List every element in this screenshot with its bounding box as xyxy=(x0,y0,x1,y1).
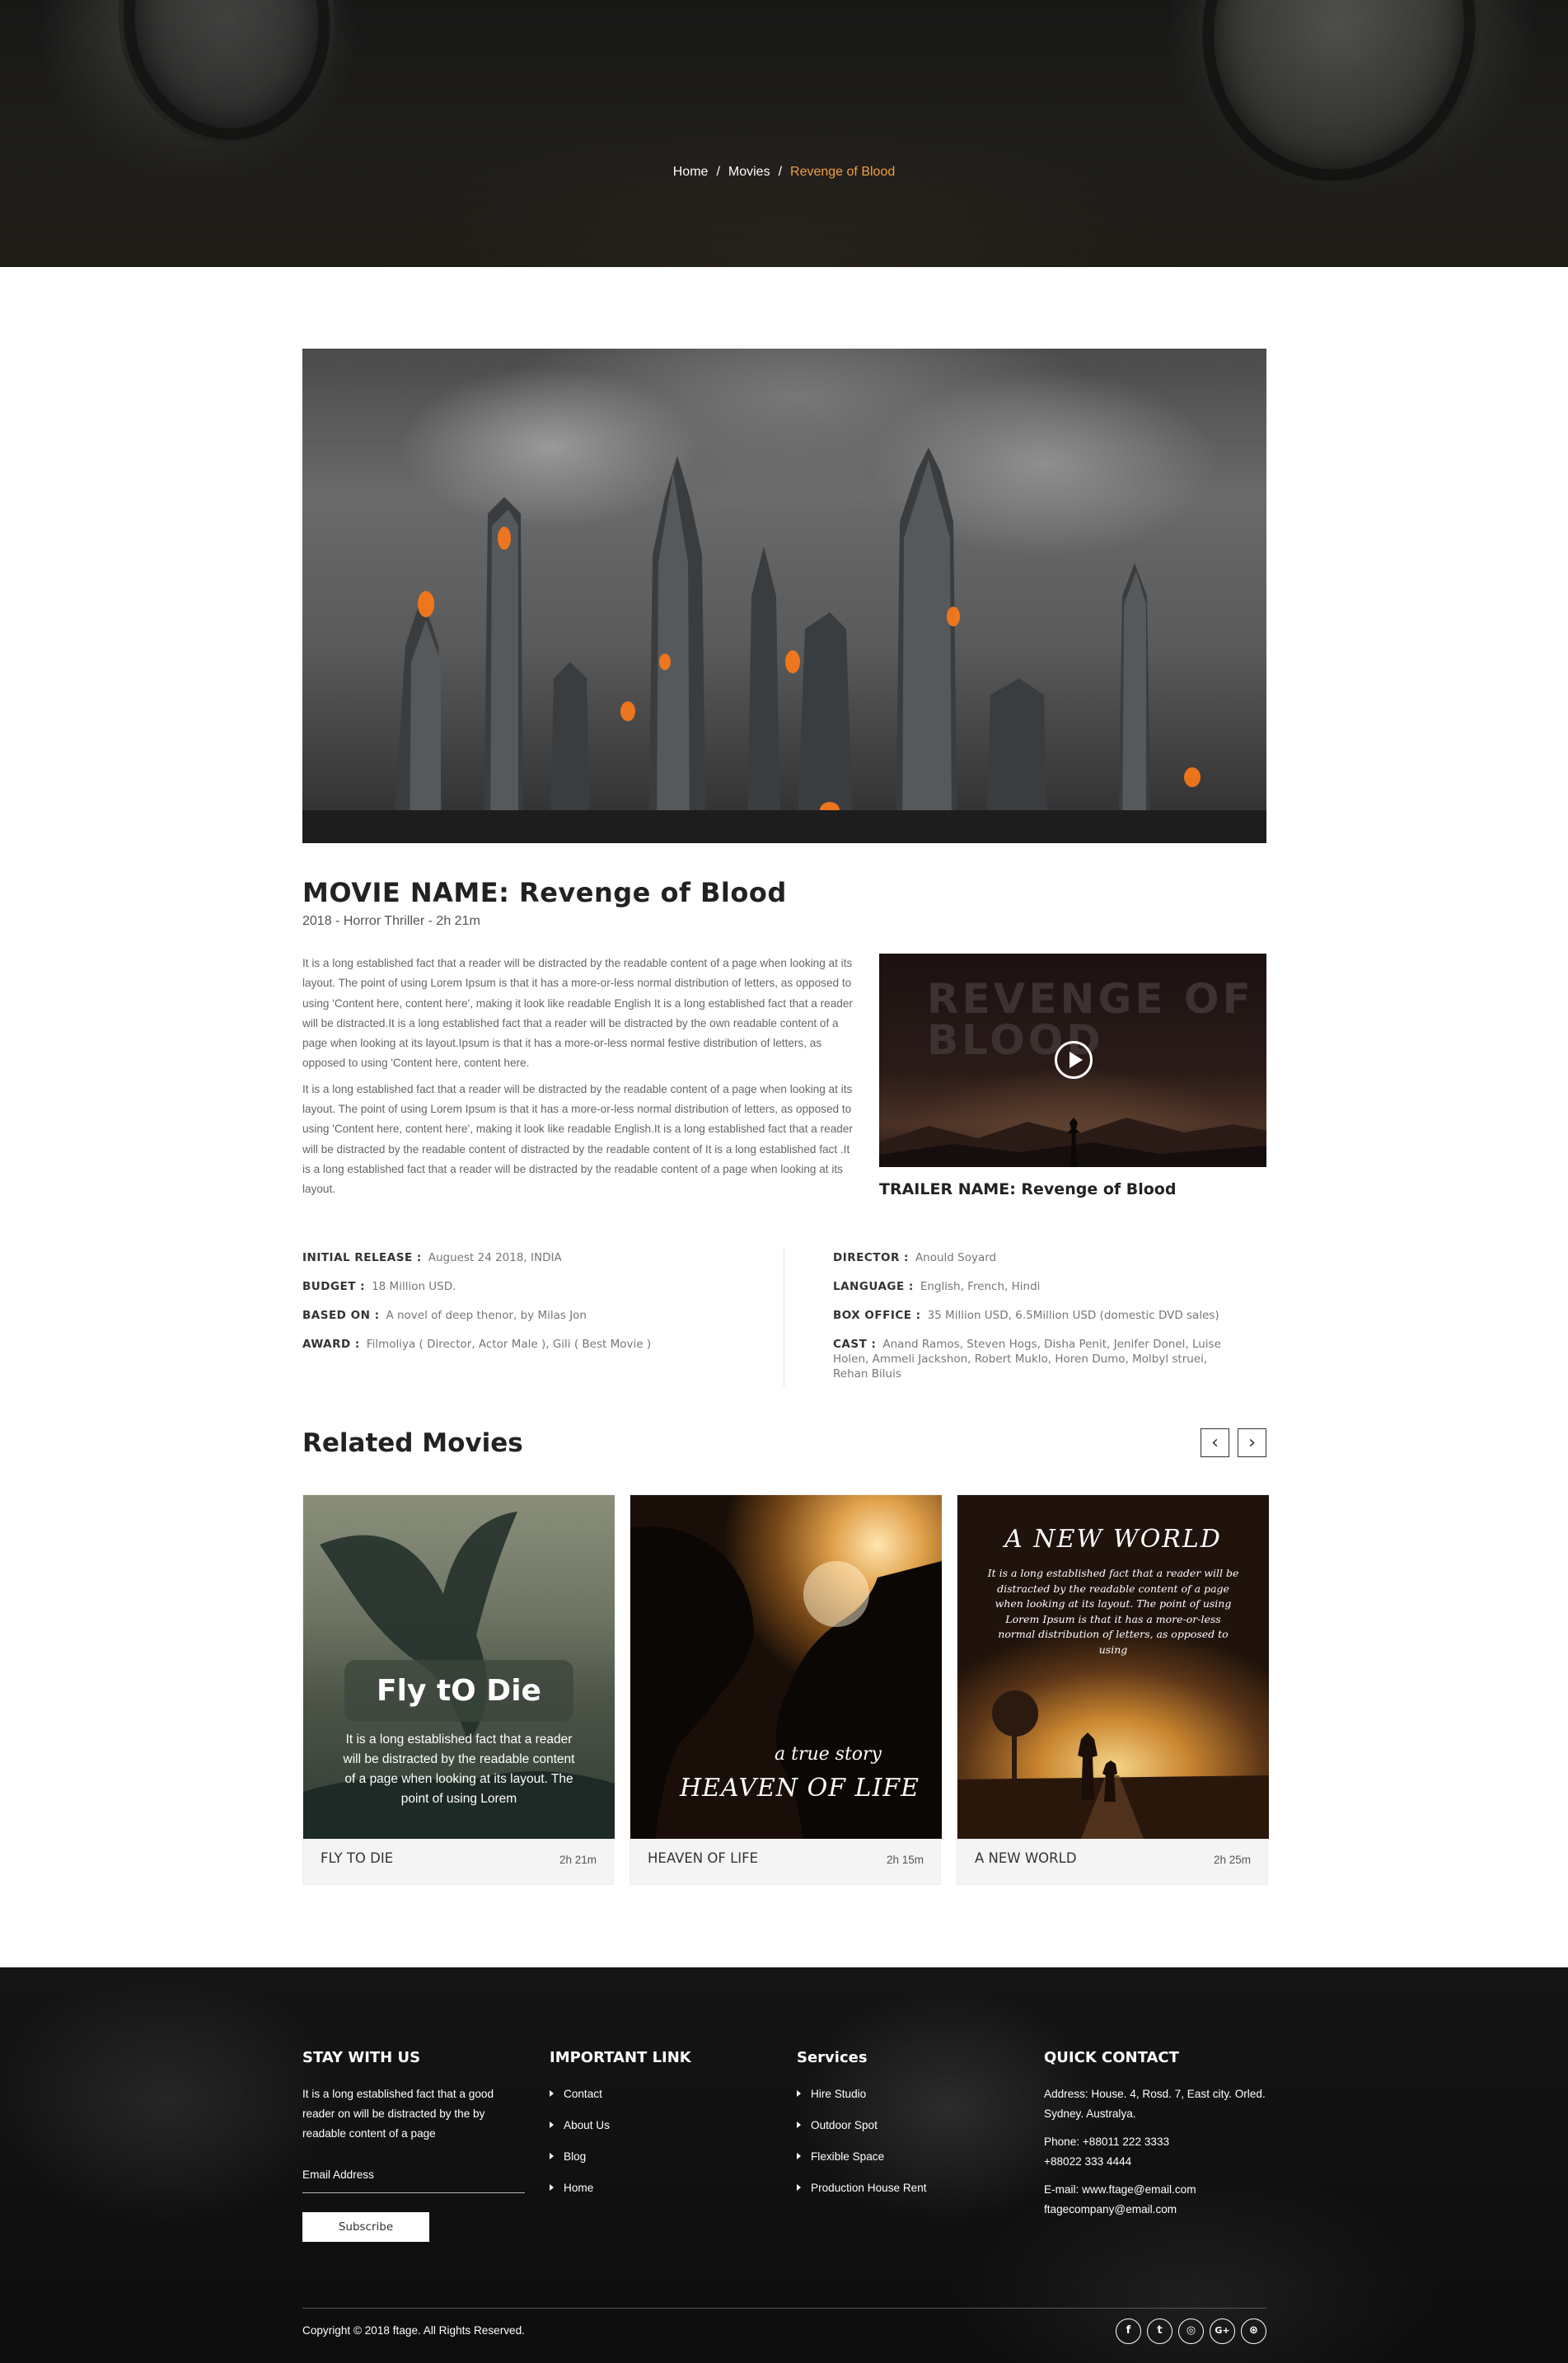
instagram-icon[interactable]: ◎ xyxy=(1178,2318,1204,2344)
footer-link-contact[interactable]: Contact xyxy=(550,2084,772,2104)
info-based-on: BASED ON :A novel of deep thenor, by Mil… xyxy=(302,1309,587,1322)
play-icon[interactable] xyxy=(1055,1041,1093,1079)
related-movies-title: Related Movies xyxy=(302,1428,523,1458)
poster-tagline: a true story xyxy=(775,1744,882,1765)
movie-info-left: INITIAL RELEASE : Auguest 24 2018, INDIA … xyxy=(302,1250,764,1366)
footer-divider xyxy=(302,2308,1266,2309)
subscribe-button[interactable]: Subscribe xyxy=(302,2212,429,2242)
footer-heading: QUICK CONTACT xyxy=(1044,2049,1179,2066)
chevron-left-icon[interactable]: ‹ xyxy=(1201,1428,1229,1457)
poster-title: HEAVEN OF LIFE xyxy=(680,1774,920,1803)
caret-right-icon xyxy=(550,2184,554,2191)
breadcrumb-separator: / xyxy=(778,165,783,179)
footer-link-home[interactable]: Home xyxy=(550,2178,772,2198)
movie-card-title[interactable]: FLY TO DIE xyxy=(321,1850,393,1866)
footer-service-production-house[interactable]: Production House Rent xyxy=(797,2178,1019,2198)
info-initial-release: INITIAL RELEASE : Auguest 24 2018, INDIA xyxy=(302,1251,562,1264)
google-plus-icon[interactable]: G+ xyxy=(1210,2318,1235,2344)
movie-thumbnail-image: A NEW WORLD It is a long established fac… xyxy=(957,1495,1269,1839)
caret-right-icon xyxy=(797,2184,801,2191)
movie-description: It is a long established fact that a rea… xyxy=(302,954,856,1206)
info-box-office: BOX OFFICE :35 Million USD, 6.5Million U… xyxy=(833,1309,1219,1322)
related-movie-card[interactable]: Fly tO Die It is a long established fact… xyxy=(302,1494,615,1885)
breadcrumb-home-link[interactable]: Home xyxy=(673,165,709,180)
poster-title: A NEW WORLD xyxy=(1004,1525,1222,1554)
email-field-underline xyxy=(302,2192,525,2193)
caret-right-icon xyxy=(797,2122,801,2128)
contact-email[interactable]: ftagecompany@email.com xyxy=(1044,2200,1275,2220)
movie-thumbnail-image: Fly tO Die It is a long established fact… xyxy=(303,1495,615,1839)
info-award: AWARD : Filmoliya ( Director, Actor Male … xyxy=(302,1338,652,1351)
chevron-right-icon[interactable]: › xyxy=(1238,1428,1266,1457)
caret-right-icon xyxy=(550,2153,554,2159)
footer-about-text: It is a long established fact that a goo… xyxy=(302,2088,494,2140)
footer-important-links: IMPORTANT LINK Contact About Us Blog Hom… xyxy=(550,2049,772,2210)
footer-link-about[interactable]: About Us xyxy=(550,2116,772,2136)
footer xyxy=(0,1967,1568,2363)
dribbble-icon[interactable]: ⊛ xyxy=(1241,2318,1266,2344)
breadcrumb-current: Revenge of Blood xyxy=(790,165,896,179)
footer-heading: STAY WITH US xyxy=(302,2049,421,2066)
breadcrumb-movies-link[interactable]: Movies xyxy=(728,165,770,180)
footer-link-blog[interactable]: Blog xyxy=(550,2147,772,2167)
contact-phone: +88022 333 4444 xyxy=(1044,2155,1132,2168)
contact-email[interactable]: E-mail: www.ftage@email.com xyxy=(1044,2180,1275,2200)
caret-right-icon xyxy=(550,2090,554,2097)
movie-card-duration: 2h 15m xyxy=(886,1854,924,1866)
movie-card-title[interactable]: A NEW WORLD xyxy=(975,1850,1077,1866)
description-paragraph: It is a long established fact that a rea… xyxy=(302,957,853,1070)
trailer-name: TRAILER NAME: Revenge of Blood xyxy=(879,1180,1177,1198)
movie-info-right: DIRECTOR : Anould Soyard LANGUAGE : Englis… xyxy=(833,1250,1245,1395)
movie-meta: 2018 - Horror Thriller - 2h 21m xyxy=(302,914,480,928)
contact-phone: Phone: +88011 222 3333 xyxy=(1044,2136,1170,2148)
movie-card-duration: 2h 25m xyxy=(1213,1854,1251,1866)
breadcrumb-separator: / xyxy=(716,165,720,179)
footer-stay-with-us: STAY WITH US It is a long established fa… xyxy=(302,2049,525,2144)
copyright-text: Copyright © 2018 ftage. All Rights Reser… xyxy=(302,2324,525,2337)
twitter-icon[interactable]: t xyxy=(1147,2318,1172,2344)
trailer-video-thumbnail[interactable]: REVENGE OF BLOOD xyxy=(879,954,1266,1167)
contact-address: Address: House. 4, Rosd. 7, East city. O… xyxy=(1044,2088,1266,2120)
info-director: DIRECTOR : Anould Soyard xyxy=(833,1251,997,1264)
poster-text: It is a long established fact that a rea… xyxy=(987,1567,1239,1656)
footer-quick-contact: QUICK CONTACT Address: House. 4, Rosd. 7… xyxy=(1044,2049,1275,2220)
movie-card-duration: 2h 21m xyxy=(559,1854,597,1866)
footer-service-flexible-space[interactable]: Flexible Space xyxy=(797,2147,1019,2167)
hero-banner: Home / Movies / Revenge of Blood xyxy=(0,0,1568,267)
info-cast: CAST : Anand Ramos, Steven Hogs, Disha Pe… xyxy=(833,1338,1221,1381)
caret-right-icon xyxy=(550,2122,554,2128)
related-movie-card[interactable]: A NEW WORLD It is a long established fac… xyxy=(957,1494,1269,1885)
footer-service-hire-studio[interactable]: Hire Studio xyxy=(797,2084,1019,2104)
movie-card-title[interactable]: HEAVEN OF LIFE xyxy=(648,1850,758,1866)
email-field[interactable]: Email Address xyxy=(302,2168,374,2181)
trailer-overlay-text: REVENGE OF BLOOD xyxy=(927,975,1254,1064)
related-movie-card[interactable]: a true story HEAVEN OF LIFE HEAVEN OF LI… xyxy=(630,1494,942,1885)
info-budget: BUDGET :18 Million USD. xyxy=(302,1280,456,1293)
facebook-icon[interactable]: f xyxy=(1116,2318,1141,2344)
footer-services: Services Hire Studio Outdoor Spot Flexib… xyxy=(797,2049,1019,2210)
poster-title: Fly tO Die xyxy=(344,1660,573,1722)
caret-right-icon xyxy=(797,2153,801,2159)
footer-service-outdoor-spot[interactable]: Outdoor Spot xyxy=(797,2116,1019,2136)
poster-text: It is a long established fact that a rea… xyxy=(343,1732,575,1806)
movie-thumbnail-image: a true story HEAVEN OF LIFE xyxy=(630,1495,942,1839)
breadcrumb: Home / Movies / Revenge of Blood xyxy=(0,165,1568,180)
info-language: LANGUAGE : English, French, Hindi xyxy=(833,1280,1041,1293)
caret-right-icon xyxy=(797,2090,801,2097)
movie-title: MOVIE NAME: Revenge of Blood xyxy=(302,877,787,908)
movie-poster-image xyxy=(302,349,1266,843)
description-paragraph: It is a long established fact that a rea… xyxy=(302,1082,853,1196)
footer-heading: Services xyxy=(797,2049,868,2066)
footer-heading: IMPORTANT LINK xyxy=(550,2049,691,2066)
